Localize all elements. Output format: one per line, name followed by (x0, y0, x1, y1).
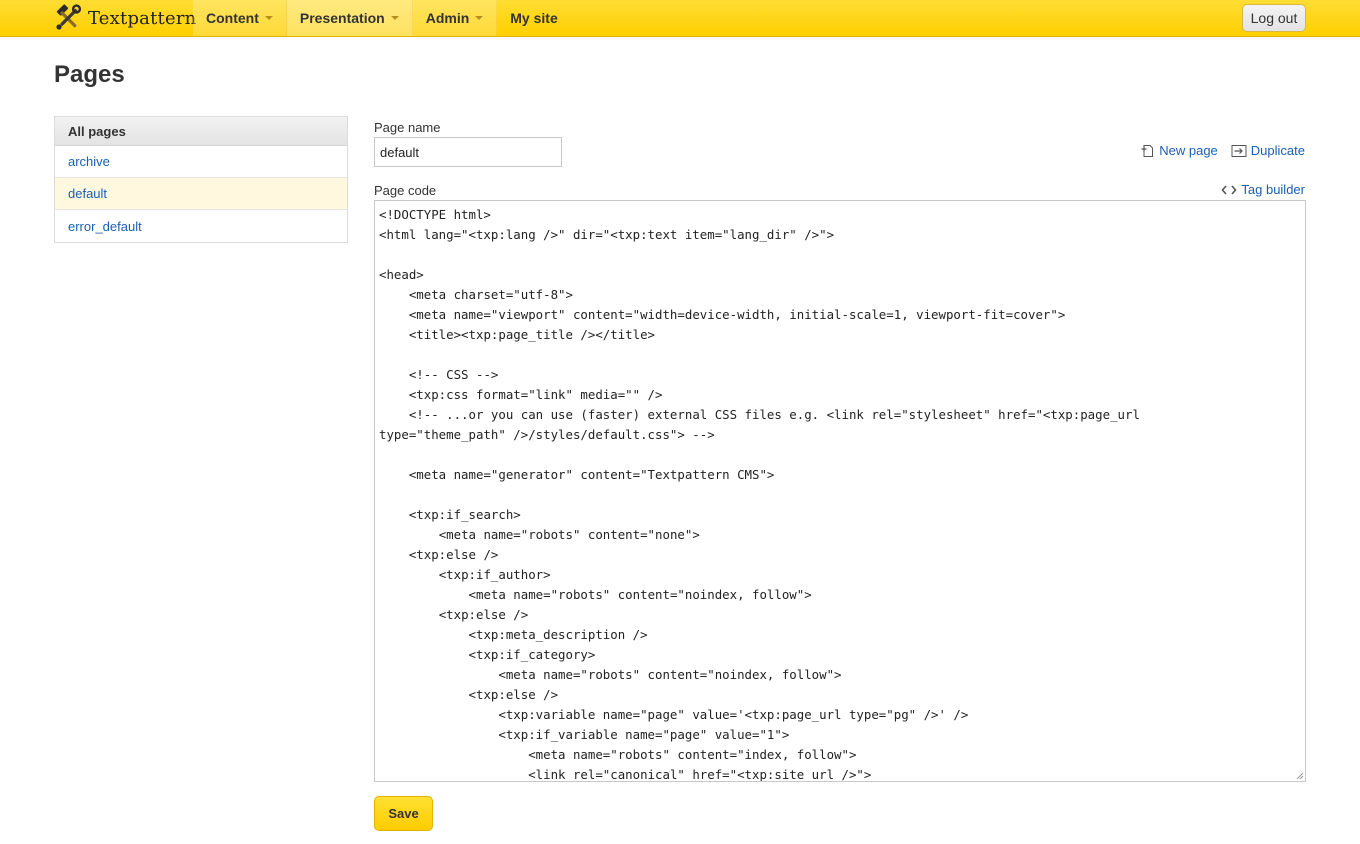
nav-admin[interactable]: Admin (412, 0, 498, 36)
page-item-default[interactable]: default (55, 178, 347, 210)
page-name-input[interactable] (374, 137, 562, 167)
code-brackets-icon (1221, 184, 1237, 195)
save-button[interactable]: Save (374, 796, 433, 831)
page-item-archive[interactable]: archive (55, 146, 347, 178)
resize-handle-icon[interactable] (1296, 772, 1304, 780)
main-nav: Content Presentation Admin My site (193, 0, 571, 36)
top-navigation-bar: Textpattern Content Presentation Admin M… (0, 0, 1360, 37)
nav-my-site-label: My site (510, 10, 558, 26)
nav-admin-label: Admin (425, 10, 470, 26)
new-page-icon (1141, 144, 1154, 157)
brand-name: Textpattern (88, 7, 197, 29)
nav-content[interactable]: Content (193, 0, 287, 36)
crossed-tools-icon (56, 4, 82, 30)
logout-button[interactable]: Log out (1242, 4, 1306, 32)
duplicate-button[interactable]: Duplicate (1231, 143, 1305, 158)
chevron-down-icon (264, 16, 273, 20)
page-code-editor[interactable] (374, 200, 1306, 782)
duplicate-icon (1231, 144, 1247, 157)
tag-builder-link[interactable]: Tag builder (1221, 182, 1305, 197)
nav-my-site[interactable]: My site (497, 0, 570, 36)
page-title: Pages (54, 61, 125, 88)
page-name-label: Page name (374, 120, 441, 135)
new-page-button[interactable]: New page (1141, 143, 1218, 158)
nav-presentation-label: Presentation (299, 10, 385, 26)
duplicate-label: Duplicate (1250, 143, 1305, 158)
page-actions: New page Duplicate (1141, 143, 1305, 158)
chevron-down-icon (390, 16, 399, 20)
page-code-label: Page code (374, 183, 437, 198)
pages-list-heading: All pages (55, 117, 347, 146)
new-page-label: New page (1159, 143, 1218, 158)
nav-content-label: Content (206, 10, 259, 26)
tag-builder-label: Tag builder (1241, 182, 1305, 197)
nav-presentation[interactable]: Presentation (286, 0, 413, 36)
chevron-down-icon (475, 16, 484, 20)
pages-list: All pages archive default error_default (54, 116, 348, 243)
page-item-error-default[interactable]: error_default (55, 210, 347, 242)
brand[interactable]: Textpattern (54, 4, 196, 32)
